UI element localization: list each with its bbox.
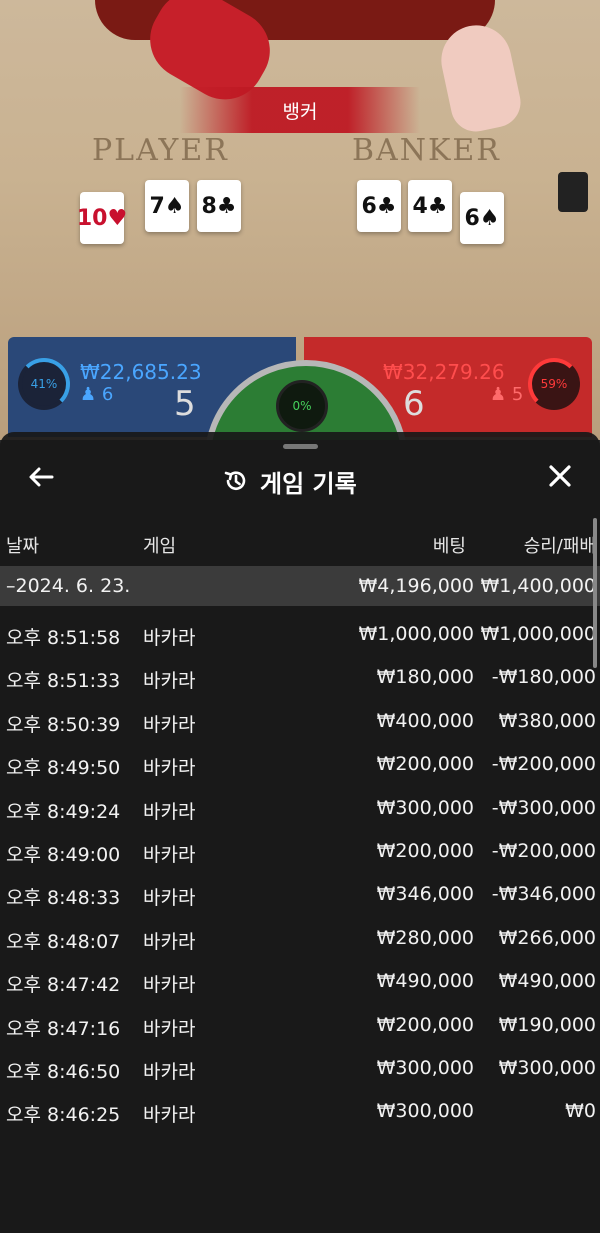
row-bet: ₩200,000 bbox=[376, 1014, 474, 1036]
row-time: 오후 8:50:39 bbox=[6, 714, 121, 736]
row-game: 바카라 bbox=[143, 1061, 196, 1083]
row-win-loss: ₩490,000 bbox=[498, 970, 596, 992]
row-time: 오후 8:51:58 bbox=[6, 627, 121, 649]
banker-card-1: 6 ♣ bbox=[357, 180, 401, 232]
arrow-left-icon bbox=[29, 467, 54, 487]
row-time: 오후 8:51:33 bbox=[6, 670, 121, 692]
row-bet: ₩346,000 bbox=[376, 883, 474, 905]
player-bet-amount: ₩22,685.23 bbox=[80, 360, 202, 384]
banker-score: 6 bbox=[403, 384, 425, 424]
row-game: 바카라 bbox=[143, 714, 196, 736]
history-icon bbox=[224, 471, 246, 490]
row-time: 오후 8:46:25 bbox=[6, 1104, 121, 1126]
row-win-loss: ₩380,000 bbox=[498, 710, 596, 732]
row-game: 바카라 bbox=[143, 1104, 196, 1126]
row-time: 오후 8:48:07 bbox=[6, 931, 121, 953]
row-win-loss: ₩300,000 bbox=[498, 1057, 596, 1079]
row-time: 오후 8:46:50 bbox=[6, 1061, 121, 1083]
player-title: PLAYER bbox=[92, 133, 229, 168]
row-win-loss: -₩180,000 bbox=[491, 666, 596, 688]
row-bet: ₩280,000 bbox=[376, 927, 474, 949]
row-win-loss: -₩200,000 bbox=[491, 840, 596, 862]
row-bet: ₩490,000 bbox=[376, 970, 474, 992]
player-player-count: ♟ 6 bbox=[80, 384, 114, 405]
sheet-title: 게임 기록 bbox=[222, 463, 357, 499]
user-icon: ♟ bbox=[490, 384, 507, 405]
row-win-loss: ₩1,000,000 bbox=[480, 623, 596, 645]
row-win-loss: -₩346,000 bbox=[491, 883, 596, 905]
row-game: 바카라 bbox=[143, 931, 196, 953]
row-time: 오후 8:49:00 bbox=[6, 844, 121, 866]
row-game: 바카라 bbox=[143, 1018, 196, 1040]
row-bet: ₩300,000 bbox=[376, 797, 474, 819]
row-win-loss: ₩266,000 bbox=[498, 927, 596, 949]
banker-percent-ring: 59% bbox=[528, 358, 580, 410]
row-time: 오후 8:48:33 bbox=[6, 887, 121, 909]
row-game: 바카라 bbox=[143, 670, 196, 692]
row-time: 오후 8:47:42 bbox=[6, 974, 121, 996]
row-game: 바카라 bbox=[143, 844, 196, 866]
row-bet: ₩180,000 bbox=[376, 666, 474, 688]
column-header-game: 게임 bbox=[143, 536, 177, 557]
row-bet: ₩300,000 bbox=[376, 1100, 474, 1122]
close-button[interactable] bbox=[540, 462, 580, 498]
column-header-bet: 베팅 bbox=[432, 536, 466, 557]
column-header-date: 날짜 bbox=[6, 536, 40, 557]
player-card-1: 10 ♥ bbox=[77, 192, 127, 244]
sheet-drag-handle[interactable] bbox=[283, 444, 318, 449]
banker-title: BANKER bbox=[352, 133, 501, 168]
date-group-date: –2024. 6. 23. bbox=[6, 575, 131, 597]
player-card-3: 8 ♣ bbox=[197, 180, 241, 232]
row-game: 바카라 bbox=[143, 887, 196, 909]
row-game: 바카라 bbox=[143, 801, 196, 823]
row-win-loss: -₩200,000 bbox=[491, 753, 596, 775]
player-score: 5 bbox=[174, 384, 196, 424]
row-game: 바카라 bbox=[143, 757, 196, 779]
banker-card-3: 6 ♠ bbox=[460, 192, 504, 244]
column-header-win-loss: 승리/패배 bbox=[523, 536, 596, 557]
result-banner: 뱅커 bbox=[180, 87, 420, 133]
back-button[interactable] bbox=[26, 462, 60, 496]
close-icon bbox=[549, 465, 571, 487]
row-time: 오후 8:47:16 bbox=[6, 1018, 121, 1040]
player-card-2: 7 ♠ bbox=[145, 180, 189, 232]
sheet-title-text: 게임 기록 bbox=[260, 469, 357, 498]
user-icon: ♟ bbox=[80, 384, 97, 405]
date-group-win-loss-total: ₩1,400,000 bbox=[480, 575, 596, 597]
row-bet: ₩300,000 bbox=[376, 1057, 474, 1079]
row-win-loss: ₩0 bbox=[565, 1100, 596, 1122]
tie-percent-ring: 0% bbox=[276, 380, 328, 432]
row-bet: ₩200,000 bbox=[376, 753, 474, 775]
row-game: 바카라 bbox=[143, 974, 196, 996]
banker-card-2: 4 ♣ bbox=[408, 180, 452, 232]
row-bet: ₩200,000 bbox=[376, 840, 474, 862]
row-time: 오후 8:49:24 bbox=[6, 801, 121, 823]
row-bet: ₩400,000 bbox=[376, 710, 474, 732]
banker-bet-amount: ₩32,279.26 bbox=[383, 360, 505, 384]
scrollbar[interactable] bbox=[593, 518, 597, 668]
row-time: 오후 8:49:50 bbox=[6, 757, 121, 779]
date-group-bet-total: ₩4,196,000 bbox=[358, 575, 474, 597]
row-game: 바카라 bbox=[143, 627, 196, 649]
player-percent-ring: 41% bbox=[18, 358, 70, 410]
banker-player-count: ♟ 5 bbox=[490, 384, 524, 405]
row-win-loss: -₩300,000 bbox=[491, 797, 596, 819]
card-shoe bbox=[558, 172, 588, 212]
row-win-loss: ₩190,000 bbox=[498, 1014, 596, 1036]
row-bet: ₩1,000,000 bbox=[358, 623, 474, 645]
